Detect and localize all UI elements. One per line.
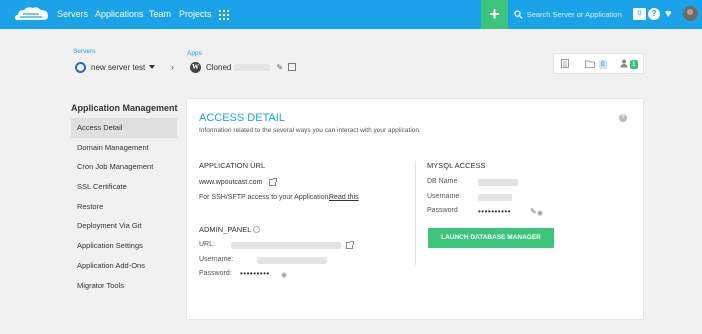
admin-url-label: URL: — [199, 241, 215, 248]
servers-label: Servers — [73, 48, 96, 55]
quick-actions-box: 0 1 — [553, 53, 644, 74]
notification-count[interactable]: 0 — [633, 8, 646, 20]
sidebar-menu: Access Detail Domain Management Cron Job… — [71, 118, 177, 295]
sidebar-item-application-settings[interactable]: Application Settings — [71, 236, 177, 256]
external-link-icon[interactable] — [288, 63, 297, 71]
db-password-value: •••••••••• — [478, 207, 512, 216]
admin-password-label: Password: — [199, 270, 232, 277]
column-divider — [415, 161, 416, 265]
users-count-badge: 1 — [630, 60, 638, 69]
folder-count-badge: 0 — [599, 60, 607, 69]
redacted-admin-url — [231, 242, 341, 249]
server-name: new server test — [91, 62, 146, 72]
sidebar-item-deployment-via-git[interactable]: Deployment Via Git — [71, 216, 177, 236]
breadcrumb-separator: › — [171, 62, 174, 72]
add-button[interactable]: + — [481, 0, 508, 29]
help-icon[interactable]: ? — [648, 8, 660, 20]
search-icon — [514, 10, 523, 19]
folder-icon[interactable] — [585, 60, 595, 70]
launch-database-manager-button[interactable]: LAUNCH DATABASE MANAGER — [428, 228, 554, 248]
user-avatar[interactable] — [683, 6, 698, 21]
apps-grid-icon[interactable] — [219, 10, 229, 20]
db-username-label: Username — [427, 193, 460, 200]
eye-icon[interactable]: ◉ — [281, 271, 287, 279]
access-detail-card: ACCESS DETAIL Information related to the… — [186, 98, 644, 320]
info-icon[interactable] — [253, 226, 260, 233]
nav-servers[interactable]: Servers — [57, 9, 88, 19]
application-url-link[interactable]: www.wpoutcast.com — [199, 179, 262, 186]
redacted-admin-username — [257, 257, 327, 264]
external-link-icon[interactable] — [346, 241, 354, 249]
ssh-note: For SSH/SFTP access to your Application. — [199, 194, 331, 201]
server-selector[interactable]: new server test — [75, 60, 156, 74]
eye-icon[interactable]: ◉ — [537, 209, 543, 217]
db-password-label: Password — [427, 207, 458, 214]
nav-applications[interactable]: Applications — [95, 9, 144, 19]
cloudways-logo[interactable] — [15, 6, 49, 23]
help-icon[interactable]: ? — [619, 114, 627, 122]
wordpress-icon: W — [190, 61, 201, 73]
redacted-db-username — [478, 194, 512, 201]
sidebar-item-access-detail[interactable]: Access Detail — [71, 118, 177, 138]
admin-username-label: Username: — [199, 256, 234, 263]
sidebar-item-restore[interactable]: Restore — [71, 197, 177, 217]
chevron-down-icon — [149, 65, 156, 69]
admin-password-value: ••••••••• — [240, 269, 270, 278]
admin-panel-heading: ADMIN_PANEL — [199, 225, 252, 234]
app-name: Cloned — [206, 62, 232, 72]
mysql-access-heading: MYSQL ACCESS — [427, 161, 486, 170]
page-title: ACCESS DETAIL — [199, 112, 285, 124]
apps-label: Apps — [187, 50, 202, 57]
sidebar-item-domain-management[interactable]: Domain Management — [71, 138, 177, 158]
sidebar-item-migrator-tools[interactable]: Migrator Tools — [71, 276, 177, 296]
db-name-label: DB Name — [427, 178, 458, 185]
search-box — [508, 0, 633, 29]
sidebar-item-cron-job-management[interactable]: Cron Job Management — [71, 157, 177, 177]
heart-icon[interactable]: ♥ — [665, 7, 672, 21]
redacted-text — [234, 63, 271, 71]
search-input[interactable] — [526, 10, 633, 19]
sidebar-title: Application Management — [71, 103, 178, 113]
server-icon — [75, 61, 86, 73]
user-icon[interactable] — [620, 59, 628, 70]
external-link-icon[interactable] — [269, 178, 277, 186]
nav-team[interactable]: Team — [149, 9, 171, 19]
app-selector[interactable]: W Cloned ✎ — [190, 60, 297, 74]
sidebar-item-ssl-certificate[interactable]: SSL Certificate — [71, 177, 177, 197]
top-navigation-bar: Servers Applications Team Projects + 0 ?… — [0, 0, 702, 29]
pencil-icon[interactable]: ✎ — [530, 207, 537, 216]
page-subtitle: Information related to the several ways … — [199, 127, 421, 134]
sidebar-item-application-add-ons[interactable]: Application Add-Ons — [71, 256, 177, 276]
pencil-icon[interactable]: ✎ — [276, 63, 283, 72]
nav-projects[interactable]: Projects — [179, 9, 212, 19]
list-icon[interactable] — [561, 59, 569, 68]
application-url-heading: APPLICATION URL — [199, 161, 266, 170]
read-this-link[interactable]: Read this — [329, 194, 359, 201]
redacted-db-name — [478, 179, 518, 186]
